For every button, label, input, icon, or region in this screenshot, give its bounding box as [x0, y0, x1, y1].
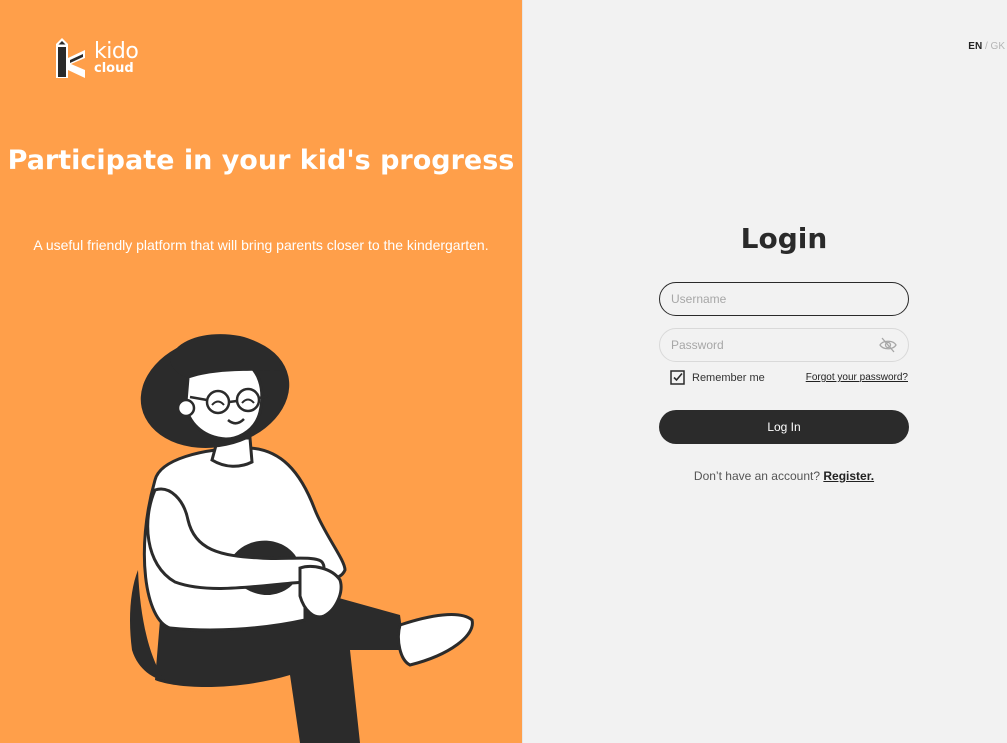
kido-cloud-logo-icon [56, 38, 85, 78]
eye-off-icon[interactable] [879, 337, 897, 353]
remember-me-checkbox[interactable] [670, 370, 685, 385]
brand-name: kido [94, 39, 139, 64]
language-en-option[interactable]: EN [968, 41, 982, 52]
login-panel: EN / GK Login Remember me Forgot your pa… [522, 0, 1007, 743]
register-link[interactable]: Register. [823, 469, 874, 483]
promo-panel: kido cloud Participate in your kid's pro… [0, 0, 522, 743]
hero-subtitle: A useful friendly platform that will bri… [33, 237, 489, 253]
language-switcher: EN / GK [968, 41, 1005, 52]
username-field-wrapper [659, 282, 909, 316]
hero-title: Participate in your kid's progress [7, 145, 515, 176]
login-title: Login [740, 222, 828, 255]
forgot-password-link[interactable]: Forgot your password? [806, 372, 908, 383]
register-prompt-line: Don’t have an account? Register. [659, 469, 909, 483]
remember-me-label: Remember me [692, 371, 765, 384]
brand-logo[interactable]: kido cloud [54, 36, 139, 80]
username-input[interactable] [660, 283, 908, 315]
language-separator: / [984, 41, 988, 52]
password-field-wrapper [659, 328, 909, 362]
remember-me[interactable]: Remember me [670, 370, 765, 385]
password-input[interactable] [660, 329, 908, 361]
language-gk-option[interactable]: GK [991, 41, 1005, 52]
seated-person-illustration [130, 334, 474, 743]
register-prompt-text: Don’t have an account? [693, 469, 821, 483]
brand-subname: cloud [94, 61, 134, 76]
login-button[interactable]: Log In [659, 410, 909, 444]
